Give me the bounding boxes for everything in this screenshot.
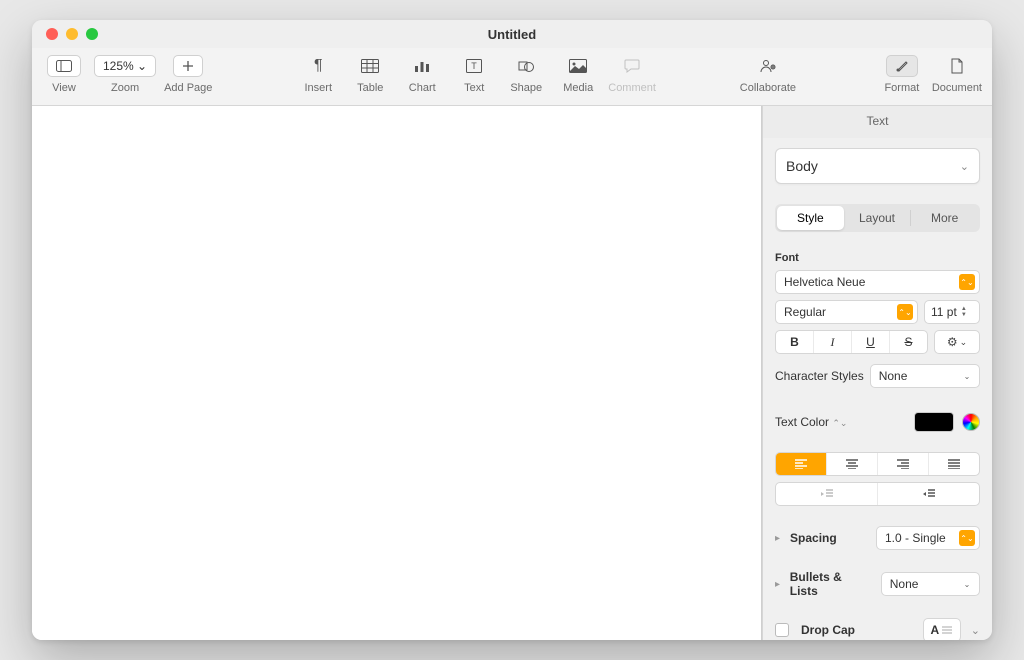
dropcap-checkbox[interactable]	[775, 623, 789, 637]
spacing-select[interactable]: 1.0 - Single ⌃⌄	[876, 526, 980, 550]
titlebar: Untitled	[32, 20, 992, 48]
tab-style[interactable]: Style	[777, 206, 844, 230]
table-button[interactable]: Table	[348, 54, 392, 94]
app-window: Untitled View 125% ⌄ Zoom Add Page	[32, 20, 992, 640]
fullscreen-icon[interactable]	[86, 28, 98, 40]
character-styles-label: Character Styles	[775, 369, 864, 383]
shape-button[interactable]: Shape	[504, 54, 548, 94]
sidebar-icon	[47, 55, 81, 77]
document-button[interactable]: Document	[932, 54, 982, 94]
align-center-button[interactable]	[827, 453, 878, 475]
text-color-swatch[interactable]	[914, 412, 954, 432]
window-title: Untitled	[32, 27, 992, 42]
add-page-button[interactable]: Add Page	[164, 54, 212, 94]
font-family-select[interactable]: Helvetica Neue ⌃⌄	[775, 270, 980, 294]
svg-text:T: T	[472, 61, 478, 71]
table-icon	[361, 54, 379, 78]
document-canvas[interactable]	[32, 106, 762, 640]
text-button[interactable]: T Text	[452, 54, 496, 94]
chevron-updown-icon: ⌃⌄	[832, 418, 847, 428]
character-styles-select[interactable]: None ⌄	[870, 364, 980, 388]
comment-button: Comment	[608, 54, 656, 94]
collaborate-button[interactable]: Collaborate	[740, 54, 796, 94]
shape-icon	[518, 54, 534, 78]
chevron-updown-icon: ⌃⌄	[959, 530, 975, 546]
strikethrough-button[interactable]: S	[890, 331, 927, 353]
chevron-down-icon: ⌄	[959, 576, 975, 592]
bold-button[interactable]: B	[776, 331, 814, 353]
dropcap-label: Drop Cap	[801, 623, 855, 637]
chevron-updown-icon: ⌃⌄	[959, 274, 975, 290]
window-controls	[32, 28, 98, 40]
media-icon	[569, 54, 587, 78]
bullets-label: Bullets & Lists	[790, 570, 869, 598]
align-right-button[interactable]	[878, 453, 929, 475]
tab-layout[interactable]: Layout	[844, 206, 911, 230]
zoom-button[interactable]: 125% ⌄ Zoom	[94, 54, 156, 94]
disclosure-icon[interactable]: ▸	[775, 533, 780, 544]
inspector-tab-text: Text	[763, 106, 992, 138]
indent-button[interactable]	[878, 483, 979, 505]
bullets-select[interactable]: None ⌄	[881, 572, 980, 596]
advanced-options-button[interactable]: ⚙︎⌄	[934, 330, 980, 354]
chart-icon	[413, 54, 431, 78]
comment-icon	[624, 54, 640, 78]
text-color-label: Text Color ⌃⌄	[775, 415, 847, 429]
font-label: Font	[775, 252, 980, 264]
dropcap-style-select[interactable]: A	[923, 618, 961, 640]
pilcrow-icon: ¶	[314, 54, 323, 78]
font-face-select[interactable]: Regular ⌃⌄	[775, 300, 918, 324]
collaborate-icon	[759, 54, 777, 78]
italic-button[interactable]: I	[814, 331, 852, 353]
color-wheel-button[interactable]	[962, 413, 980, 431]
textbox-icon: T	[466, 54, 482, 78]
close-icon[interactable]	[46, 28, 58, 40]
view-button[interactable]: View	[42, 54, 86, 94]
minimize-icon[interactable]	[66, 28, 78, 40]
brush-icon	[886, 55, 918, 77]
align-justify-button[interactable]	[929, 453, 979, 475]
page[interactable]	[32, 106, 762, 640]
toolbar: View 125% ⌄ Zoom Add Page ¶ Insert	[32, 48, 992, 106]
plus-icon	[173, 55, 203, 77]
tab-more[interactable]: More	[911, 206, 978, 230]
outdent-button[interactable]	[776, 483, 878, 505]
format-inspector: Text Body ⌄ Style Layout More Font	[762, 106, 992, 640]
format-button[interactable]: Format	[880, 54, 924, 94]
stepper-arrows-icon: ▲▼	[961, 306, 967, 318]
media-button[interactable]: Media	[556, 54, 600, 94]
chart-button[interactable]: Chart	[400, 54, 444, 94]
disclosure-icon[interactable]: ▸	[775, 579, 780, 590]
chevron-down-icon: ⌄	[971, 624, 980, 637]
insert-button[interactable]: ¶ Insert	[296, 54, 340, 94]
chevron-down-icon: ⌄	[960, 337, 968, 348]
inspector-subtabs: Style Layout More	[775, 204, 980, 232]
paragraph-style-select[interactable]: Body ⌄	[775, 148, 980, 184]
document-icon	[950, 54, 964, 78]
chevron-updown-icon: ⌃⌄	[897, 304, 913, 320]
gear-icon: ⚙︎	[947, 335, 958, 349]
chevron-down-icon: ⌄	[959, 368, 975, 384]
spacing-label: Spacing	[790, 531, 837, 545]
font-size-stepper[interactable]: 11 pt ▲▼	[924, 300, 980, 324]
zoom-value: 125% ⌄	[94, 55, 156, 77]
underline-button[interactable]: U	[852, 331, 890, 353]
chevron-down-icon: ⌄	[960, 160, 969, 173]
align-left-button[interactable]	[776, 453, 827, 475]
